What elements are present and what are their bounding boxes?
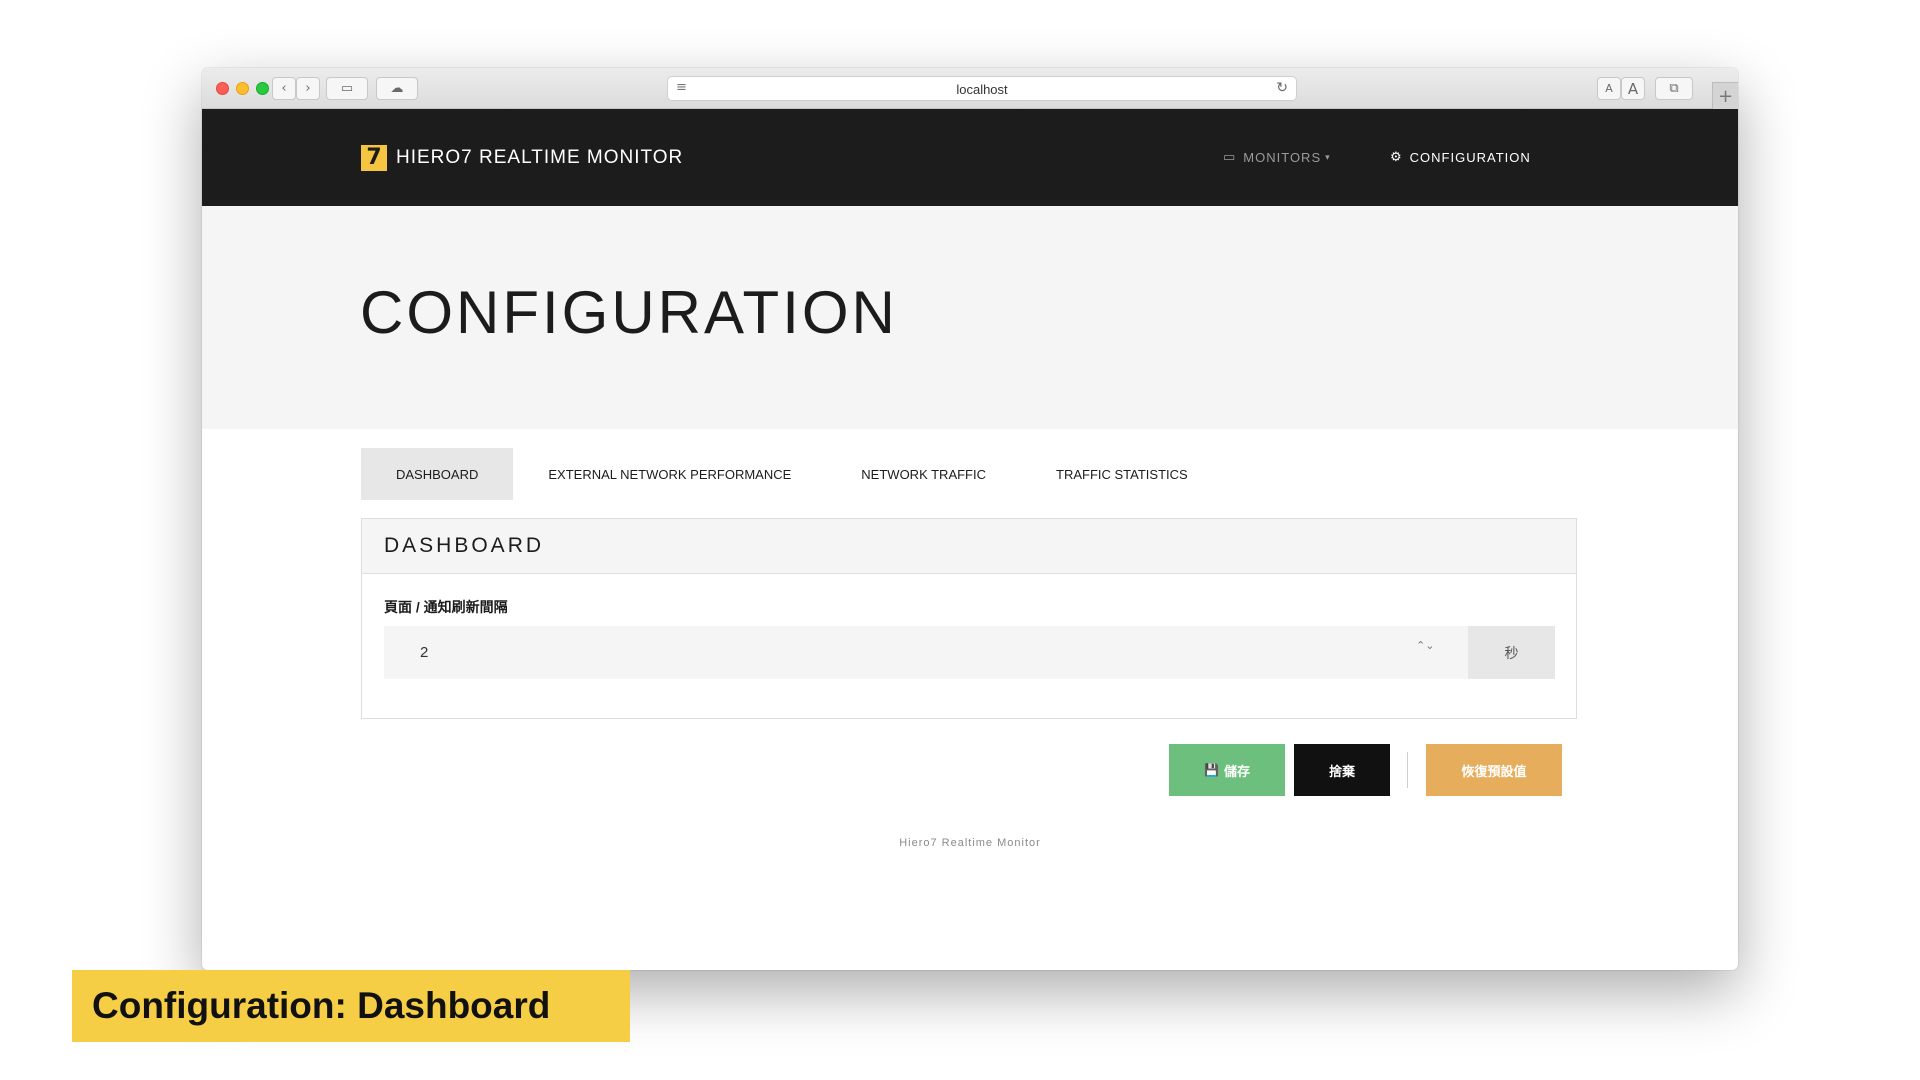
brand-name: HIERO7 REALTIME MONITOR bbox=[396, 147, 684, 168]
slide-caption: Configuration: Dashboard bbox=[72, 970, 630, 1042]
monitor-icon: ▭ bbox=[1223, 150, 1237, 165]
panel-header: DASHBOARD bbox=[362, 519, 1576, 574]
zoom-window-button[interactable] bbox=[256, 82, 269, 95]
tab-traffic-statistics[interactable]: TRAFFIC STATISTICS bbox=[1021, 448, 1223, 500]
tabs-overview-icon[interactable]: ⧉ bbox=[1655, 77, 1693, 100]
page-header: CONFIGURATION bbox=[202, 206, 1738, 429]
floppy-disk-icon: 💾 bbox=[1204, 763, 1219, 777]
refresh-interval-input[interactable] bbox=[384, 626, 1468, 679]
logo: 7 bbox=[361, 145, 387, 171]
forward-icon[interactable]: › bbox=[296, 77, 320, 100]
tab-dashboard[interactable]: DASHBOARD bbox=[361, 448, 514, 500]
tab-external-network-performance[interactable]: EXTERNAL NETWORK PERFORMANCE bbox=[513, 448, 826, 500]
discard-button[interactable]: 捨棄 bbox=[1294, 744, 1390, 796]
brand-link[interactable]: 7 HIERO7 REALTIME MONITOR bbox=[361, 145, 683, 171]
configuration-label: CONFIGURATION bbox=[1409, 150, 1531, 165]
browser-toolbar: ‹ › ▭ ☁ ≡ localhost ↻ A A ⧉ + bbox=[202, 68, 1738, 109]
font-smaller-button[interactable]: A bbox=[1597, 77, 1621, 100]
new-tab-icon[interactable]: + bbox=[1712, 82, 1738, 109]
refresh-interval-label: 頁面 / 通知刷新間隔 bbox=[384, 599, 508, 615]
tab-network-traffic[interactable]: NETWORK TRAFFIC bbox=[826, 448, 1021, 500]
sidebar-toggle-icon[interactable]: ▭ bbox=[326, 77, 368, 100]
dashboard-panel: DASHBOARD 頁面 / 通知刷新間隔 ⌃⌄ 秒 bbox=[361, 518, 1577, 719]
monitors-dropdown[interactable]: ▭ MONITORS ▾ bbox=[1223, 150, 1331, 165]
caret-down-icon: ▾ bbox=[1325, 152, 1331, 163]
navbar: 7 HIERO7 REALTIME MONITOR ▭ MONITORS ▾ ⚙… bbox=[202, 109, 1738, 206]
button-divider bbox=[1407, 752, 1408, 788]
monitors-label: MONITORS bbox=[1243, 150, 1322, 165]
page-title: CONFIGURATION bbox=[360, 279, 898, 346]
config-tabs: DASHBOARD EXTERNAL NETWORK PERFORMANCE N… bbox=[361, 448, 1223, 500]
seconds-unit: 秒 bbox=[1468, 626, 1555, 679]
minimize-window-button[interactable] bbox=[236, 82, 249, 95]
number-spinner-icon[interactable]: ⌃⌄ bbox=[1416, 640, 1434, 651]
reset-button-label: 恢復預設值 bbox=[1461, 763, 1527, 779]
close-window-button[interactable] bbox=[216, 82, 229, 95]
cloud-icon[interactable]: ☁ bbox=[376, 77, 418, 100]
save-button[interactable]: 💾 儲存 bbox=[1169, 744, 1285, 796]
url-text: localhost bbox=[956, 82, 1008, 97]
configuration-nav-link[interactable]: ⚙ CONFIGURATION bbox=[1390, 150, 1531, 165]
reset-defaults-button[interactable]: 恢復預設值 bbox=[1426, 744, 1562, 796]
back-icon[interactable]: ‹ bbox=[272, 77, 296, 100]
reload-icon[interactable]: ↻ bbox=[1276, 80, 1288, 96]
refresh-interval-group: ⌃⌄ 秒 bbox=[384, 626, 1555, 679]
footer-text: Hiero7 Realtime Monitor bbox=[899, 837, 1041, 849]
gear-icon: ⚙ bbox=[1390, 150, 1403, 165]
save-button-label: 儲存 bbox=[1223, 763, 1250, 779]
panel-title: DASHBOARD bbox=[384, 534, 545, 557]
address-bar[interactable]: ≡ localhost ↻ bbox=[667, 76, 1297, 101]
discard-button-label: 捨棄 bbox=[1328, 763, 1355, 779]
font-larger-button[interactable]: A bbox=[1621, 77, 1645, 100]
browser-window: ‹ › ▭ ☁ ≡ localhost ↻ A A ⧉ + 7 HIERO7 R… bbox=[202, 68, 1738, 970]
